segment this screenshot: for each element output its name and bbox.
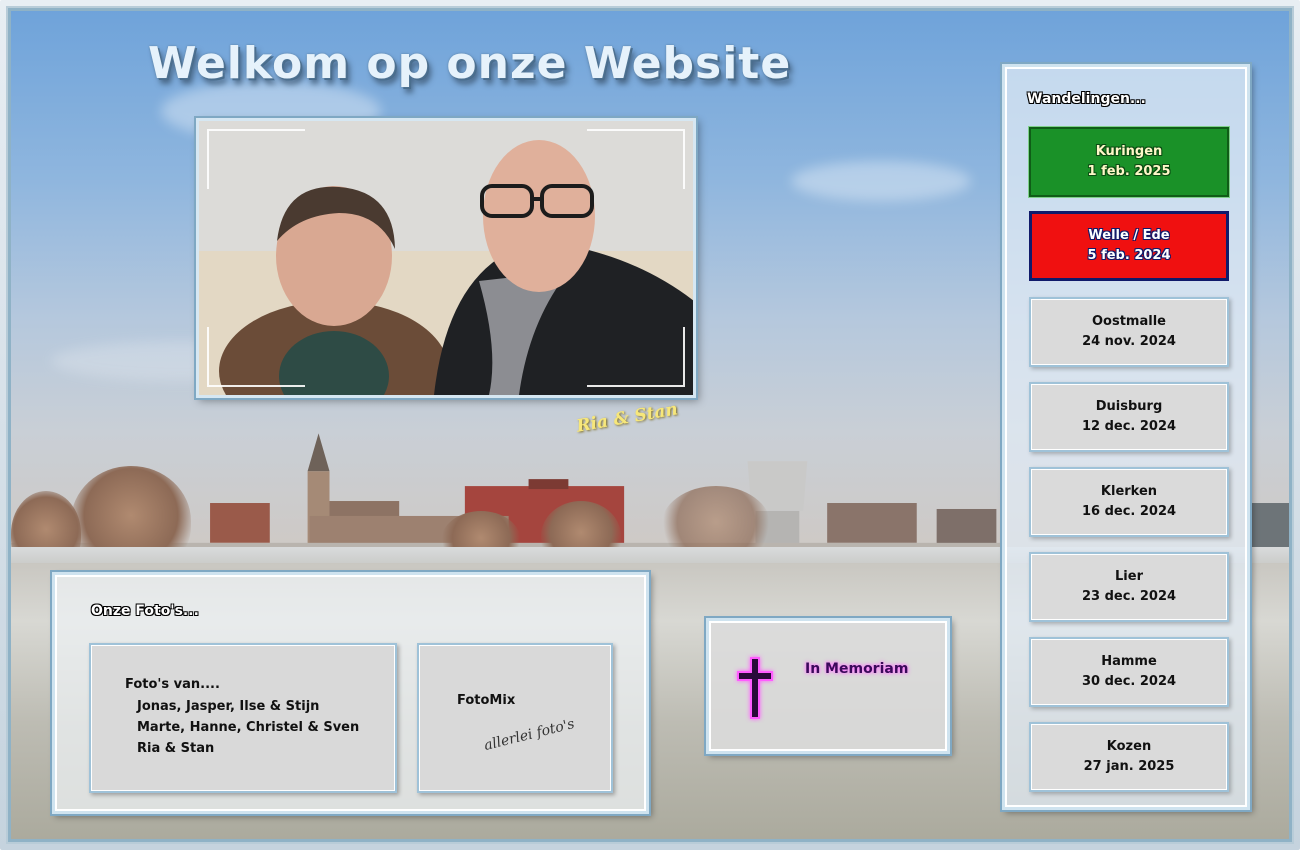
walk-place: Lier — [1115, 569, 1143, 584]
family-photos-card[interactable]: Foto's van.... Jonas, Jasper, Ilse & Sti… — [89, 643, 397, 793]
walk-place: Hamme — [1101, 654, 1157, 669]
frame-corner — [207, 129, 305, 189]
family-photos-line[interactable]: Jonas, Jasper, Ilse & Stijn — [137, 699, 319, 714]
walk-button-kuringen[interactable]: Kuringen 1 feb. 2025 — [1029, 127, 1229, 197]
in-memoriam-label: In Memoriam — [805, 661, 909, 677]
walk-button-lier[interactable]: Lier 23 dec. 2024 — [1029, 552, 1229, 622]
family-photos-line[interactable]: Marte, Hanne, Christel & Sven — [137, 720, 359, 735]
fotomix-card[interactable]: FotoMix allerlei foto's — [417, 643, 613, 793]
walk-button-oostmalle[interactable]: Oostmalle 24 nov. 2024 — [1029, 297, 1229, 367]
photos-panel-title: Onze Foto's... — [91, 603, 199, 619]
walk-place: Kozen — [1106, 739, 1152, 754]
family-photos-line[interactable]: Ria & Stan — [137, 741, 214, 756]
walks-sidebar: Wandelingen... Kuringen 1 feb. 2025 Well… — [1002, 64, 1250, 810]
walk-date: 12 dec. 2024 — [1081, 419, 1177, 434]
walk-place: Welle / Ede — [1088, 228, 1170, 243]
walk-date: 24 nov. 2024 — [1082, 334, 1176, 349]
walk-button-klerken[interactable]: Klerken 16 dec. 2024 — [1029, 467, 1229, 537]
frame-corner — [207, 327, 305, 387]
page-title: Welkom op onze Website — [148, 38, 792, 89]
walk-date: 5 feb. 2024 — [1087, 248, 1171, 263]
family-photos-heading: Foto's van.... — [125, 677, 220, 692]
in-memoriam-card[interactable]: In Memoriam — [706, 618, 950, 754]
walk-button-hamme[interactable]: Hamme 30 dec. 2024 — [1029, 637, 1229, 707]
couple-photo — [196, 118, 696, 398]
walks-title: Wandelingen... — [1027, 91, 1146, 107]
page-frame: Welkom op onze Website Ria & Stan Onze F… — [0, 0, 1300, 850]
walk-place: Klerken — [1100, 484, 1158, 499]
walk-date: 1 feb. 2025 — [1087, 164, 1171, 179]
frame-corner — [587, 327, 685, 387]
walk-button-welle-ede[interactable]: Welle / Ede 5 feb. 2024 — [1029, 211, 1229, 281]
walk-place: Duisburg — [1095, 399, 1163, 414]
walk-date: 27 jan. 2025 — [1083, 759, 1175, 774]
walk-date: 23 dec. 2024 — [1081, 589, 1177, 604]
walk-place: Oostmalle — [1092, 314, 1166, 329]
cloud — [791, 161, 971, 201]
walk-date: 16 dec. 2024 — [1081, 504, 1177, 519]
walk-button-duisburg[interactable]: Duisburg 12 dec. 2024 — [1029, 382, 1229, 452]
walk-date: 30 dec. 2024 — [1081, 674, 1177, 689]
fotomix-title: FotoMix — [457, 693, 516, 708]
walk-button-kozen[interactable]: Kozen 27 jan. 2025 — [1029, 722, 1229, 792]
cross-icon — [737, 657, 773, 719]
frame-corner — [587, 129, 685, 189]
fotomix-subtitle: allerlei foto's — [482, 716, 577, 754]
walk-place: Kuringen — [1095, 144, 1163, 159]
photos-panel: Onze Foto's... Foto's van.... Jonas, Jas… — [52, 572, 649, 814]
